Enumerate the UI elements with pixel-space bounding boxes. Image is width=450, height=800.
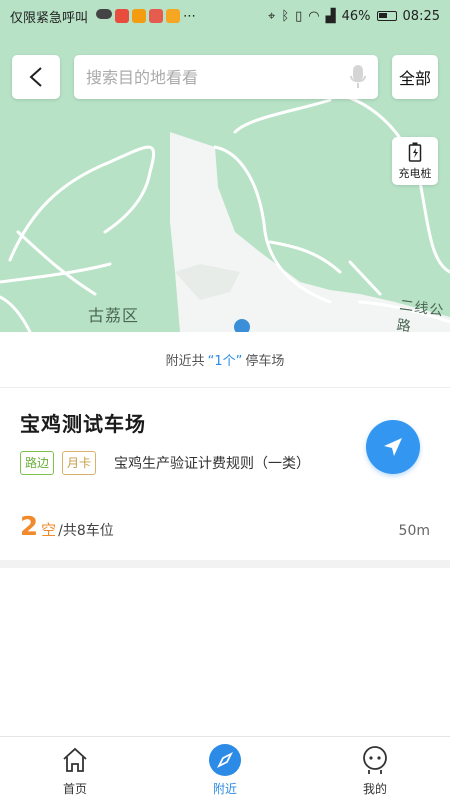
more-icon: ⋯ [183,8,197,24]
vibrate-icon: ▯ [295,8,303,24]
nav-nearby-label: 附近 [212,782,237,796]
status-bar: 仅限紧急呼叫 ⋯ ⌖ ᛒ ▯ ◠ ▟ 46% 08:25 [0,0,450,32]
compass-icon [209,744,241,776]
wifi-icon: ◠ [308,8,320,24]
play-app-icon [166,8,181,23]
clock: 08:25 [402,8,440,24]
charging-pile-label: 充电桩 [398,166,432,180]
bottom-navigation: 首页 附近 我的 [0,736,450,800]
nearby-summary: 附近共 “1个” 停车场 [0,332,450,388]
cloud-icon [96,8,113,19]
search-box[interactable] [74,55,378,99]
space-info: 2 空 /共8车位 50m [20,512,430,542]
map-district-label: 古荔区 [88,306,140,325]
back-button[interactable] [12,55,60,99]
status-carrier-text: 仅限紧急呼叫 [10,10,89,26]
battery-icon [376,11,397,21]
map-road-label: 二线公路 [395,297,446,332]
location-icon: ⌖ [267,8,276,24]
billing-rule: 宝鸡生产验证计费规则（一类） [114,456,311,472]
user-face-icon [363,746,387,774]
tag-roadside: 路边 [20,451,55,475]
parking-lot-card[interactable]: 宝鸡测试车场 路边 月卡 宝鸡生产验证计费规则（一类） 2 空 /共8车位 50… [0,388,450,560]
free-spaces-label: 空 [41,521,57,539]
nav-nearby[interactable]: 附近 [150,737,300,800]
tag-monthly-card: 月卡 [62,451,97,475]
map-poi-icon [234,319,250,332]
nav-home-label: 首页 [62,782,87,796]
charging-pile-button[interactable]: 充电桩 [392,137,438,185]
app-notification-icon [149,8,164,23]
nearby-suffix: 停车场 [245,354,285,369]
navigate-button[interactable] [366,420,420,474]
nav-mine-label: 我的 [362,782,387,796]
map-pin-app-icon [115,8,130,23]
distance: 50m [398,523,430,539]
app-notification-icon [132,8,147,23]
search-input[interactable] [86,67,350,87]
nearby-count: “1个” [207,354,243,369]
free-spaces-count: 2 [20,512,39,542]
search-toolbar: 全部 [12,55,438,99]
nav-home[interactable]: 首页 [0,737,150,800]
parking-list-panel: 附近共 “1个” 停车场 宝鸡测试车场 路边 月卡 宝鸡生产验证计费规则（一类）… [0,332,450,736]
notification-icons: ⋯ [96,8,197,24]
parking-lot-name: 宝鸡测试车场 [20,412,146,436]
battery-charge-icon [408,142,422,162]
all-filter-button[interactable]: 全部 [392,55,438,99]
signal-icon: ▟ [325,8,336,24]
home-icon [63,747,87,772]
bluetooth-icon: ᛒ [281,8,290,24]
chevron-left-icon [29,67,42,87]
microphone-icon[interactable] [350,64,366,90]
battery-text: 46% [341,8,371,24]
navigation-arrow-icon [384,438,402,456]
total-spaces: /共8车位 [58,523,114,539]
section-divider [0,560,450,568]
nearby-prefix: 附近共 [165,354,205,369]
nav-mine[interactable]: 我的 [300,737,450,800]
